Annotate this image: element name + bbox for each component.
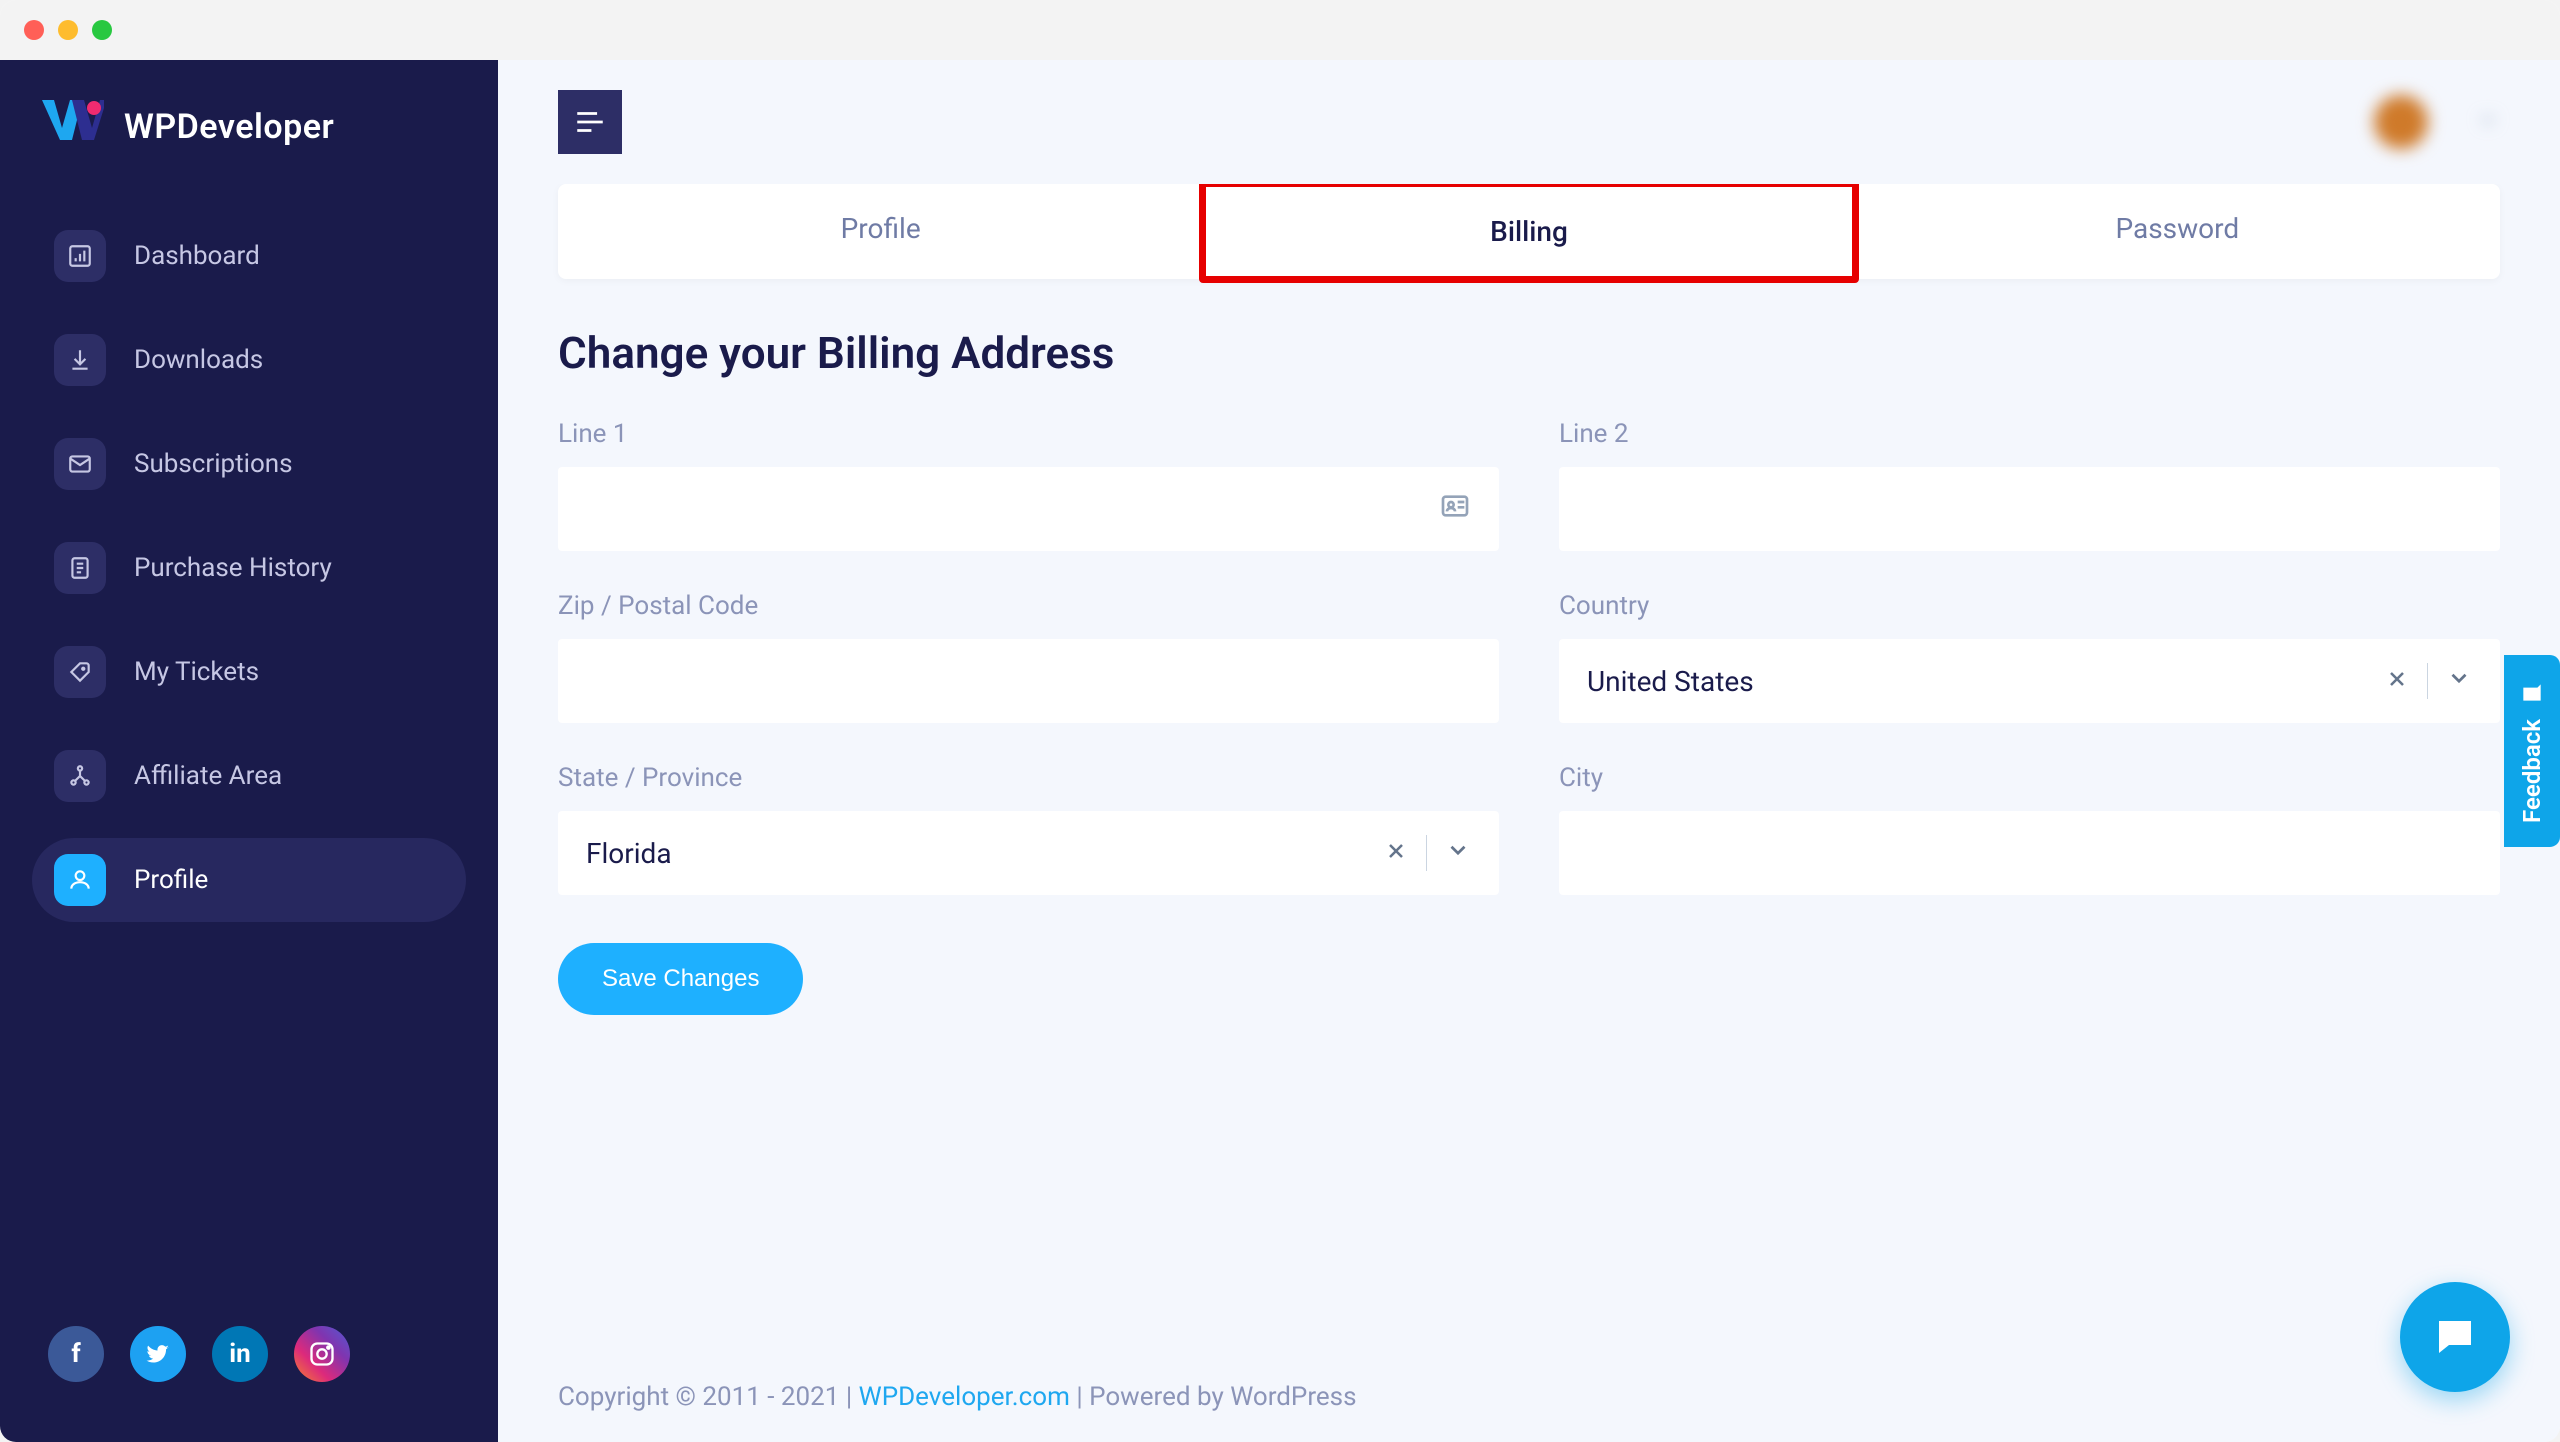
clear-icon[interactable] [2385,665,2409,698]
tabs: Profile Billing Password [558,184,2500,279]
zip-field[interactable] [586,665,1471,697]
logo-icon [42,100,104,154]
logo-text: WPDeveloper [124,107,334,147]
state-label: State / Province [558,763,1499,793]
sidebar-item-subscriptions[interactable]: Subscriptions [32,422,466,506]
user-icon [54,854,106,906]
line2-field[interactable] [1587,493,2472,525]
chat-button[interactable] [2400,1282,2510,1392]
country-select[interactable]: United States [1559,639,2500,723]
avatar [2374,95,2428,149]
receipt-icon [54,542,106,594]
feedback-label: Feedback [2518,719,2546,823]
twitter-icon[interactable] [130,1326,186,1382]
sidebar-item-profile[interactable]: Profile [32,838,466,922]
sidebar: WPDeveloper Dashboard Downloads Subscrip… [0,60,498,1442]
line2-input[interactable] [1559,467,2500,551]
network-icon [54,750,106,802]
footer-prefix: Copyright © 2011 - 2021 | [558,1382,859,1412]
main-content: Profile Billing Password Change your Bil… [498,60,2560,1442]
download-icon [54,334,106,386]
tab-password[interactable]: Password [1855,184,2500,279]
user-menu[interactable] [2374,95,2500,149]
instagram-icon[interactable] [294,1326,350,1382]
logo[interactable]: WPDeveloper [32,100,466,154]
mail-icon [54,438,106,490]
country-label: Country [1559,591,2500,621]
sidebar-item-label: My Tickets [134,657,259,687]
sidebar-item-label: Subscriptions [134,449,293,479]
window-min-dot[interactable] [58,20,78,40]
sidebar-item-purchase-history[interactable]: Purchase History [32,526,466,610]
chart-icon [54,230,106,282]
sidebar-item-label: Downloads [134,345,263,375]
sidebar-item-affiliate[interactable]: Affiliate Area [32,734,466,818]
menu-toggle-button[interactable] [558,90,622,154]
sidebar-item-tickets[interactable]: My Tickets [32,630,466,714]
chevron-down-icon[interactable] [2446,665,2472,698]
billing-form: Line 1 Line 2 Zip / Postal Code [558,419,2500,895]
tag-icon [54,646,106,698]
sidebar-nav: Dashboard Downloads Subscriptions Purcha… [32,214,466,922]
window-close-dot[interactable] [24,20,44,40]
country-value: United States [1587,665,1754,698]
social-links: f in [48,1326,350,1382]
zip-label: Zip / Postal Code [558,591,1499,621]
footer-suffix: | Powered by WordPress [1070,1382,1357,1412]
linkedin-icon[interactable]: in [212,1326,268,1382]
sidebar-item-label: Dashboard [134,241,260,271]
separator [1426,835,1427,871]
footer-link[interactable]: WPDeveloper.com [859,1382,1070,1412]
sidebar-item-dashboard[interactable]: Dashboard [32,214,466,298]
tab-profile[interactable]: Profile [558,184,1203,279]
sidebar-item-label: Affiliate Area [134,761,282,791]
page-title: Change your Billing Address [558,327,2500,379]
city-input[interactable] [1559,811,2500,895]
sidebar-item-label: Purchase History [134,553,332,583]
tab-billing[interactable]: Billing [1199,184,1858,283]
address-card-icon [1439,490,1471,529]
titlebar [0,0,2560,60]
app-window: WPDeveloper Dashboard Downloads Subscrip… [0,0,2560,1442]
chevron-down-icon [2476,108,2500,136]
separator [2427,663,2428,699]
state-value: Florida [586,837,672,870]
chevron-down-icon[interactable] [1445,837,1471,870]
window-max-dot[interactable] [92,20,112,40]
line1-label: Line 1 [558,419,1499,449]
line1-field[interactable] [586,493,1439,525]
feedback-button[interactable]: Feedback [2504,655,2560,847]
line1-input[interactable] [558,467,1499,551]
city-label: City [1559,763,2500,793]
clear-icon[interactable] [1384,837,1408,870]
zip-input[interactable] [558,639,1499,723]
city-field[interactable] [1587,837,2472,869]
sidebar-item-downloads[interactable]: Downloads [32,318,466,402]
sidebar-item-label: Profile [134,865,208,895]
facebook-icon[interactable]: f [48,1326,104,1382]
topbar [498,60,2560,184]
save-button[interactable]: Save Changes [558,943,803,1015]
line2-label: Line 2 [1559,419,2500,449]
footer: Copyright © 2011 - 2021 | WPDeveloper.co… [498,1352,2560,1442]
state-select[interactable]: Florida [558,811,1499,895]
